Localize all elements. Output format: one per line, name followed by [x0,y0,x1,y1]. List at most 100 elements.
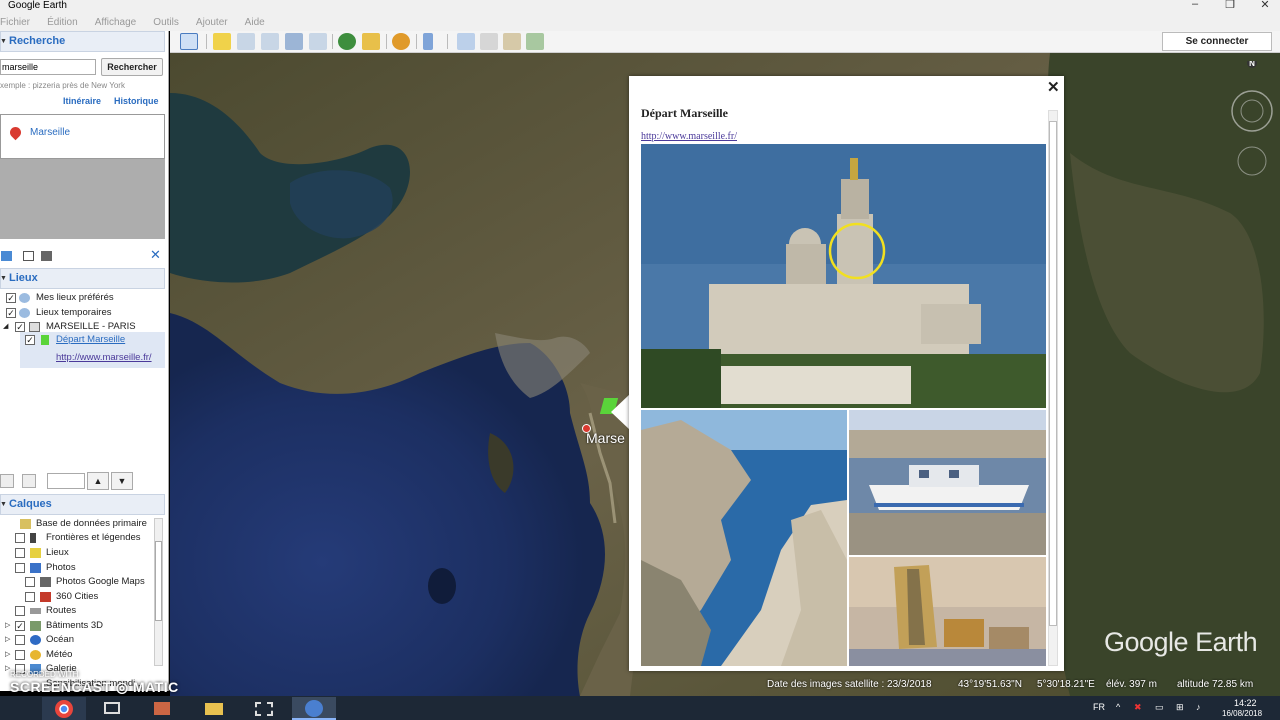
tray-expand-icon[interactable]: ^ [1116,702,1120,712]
view-in-maps-icon[interactable] [526,33,544,50]
print-icon[interactable] [480,33,498,50]
pc-icon[interactable] [90,697,134,720]
save-image-icon[interactable] [503,33,521,50]
maximize-button[interactable]: ❐ [1215,0,1245,12]
google-earth-logo: Google Earth [1104,627,1258,657]
checkbox[interactable] [15,563,25,573]
add-path-icon[interactable] [261,33,279,50]
database-icon [20,519,31,529]
scrollbar-thumb[interactable] [155,541,162,621]
map-pin-icon [7,124,24,141]
flag-icon [30,533,36,543]
places-panel-header[interactable]: Lieux [0,268,165,289]
add-placemark-icon[interactable] [213,33,231,50]
app-icon[interactable] [140,697,184,720]
checkbox[interactable]: ✓ [15,621,25,631]
menu-ajouter[interactable]: Ajouter [196,14,228,31]
search-input[interactable] [0,59,96,75]
close-icon[interactable]: ✕ [1047,78,1060,96]
elevation-readout: élév. 397 m [1106,679,1157,690]
checkbox[interactable]: ✓ [6,293,16,303]
green-placemark-icon [41,335,49,345]
move-up-button[interactable]: ▲ [87,472,109,490]
sidebar-toggle-icon[interactable] [180,33,198,50]
battery-icon[interactable]: ▭ [1155,702,1164,713]
expand-arrow-icon[interactable]: ▷ [5,621,10,629]
places-filter-input[interactable] [47,473,85,489]
sunlight-icon[interactable] [362,33,380,50]
place-link[interactable]: http://www.marseille.fr/ [56,352,152,363]
google-earth-taskbar-icon[interactable] [292,697,336,720]
checkbox[interactable] [15,635,25,645]
language-indicator[interactable]: FR [1093,702,1105,712]
search-result-item[interactable]: Marseille [0,114,165,159]
navigation-compass[interactable]: N [1230,61,1276,261]
search-button[interactable]: Rechercher [101,58,163,76]
watermark-main: SCREENCAST ◎ MATIC [10,679,179,695]
roads-icon [30,608,41,614]
security-icon[interactable]: ✖ [1134,702,1142,713]
title-bar: Google Earth – ❐ ✕ [0,0,1280,14]
weather-icon [30,650,41,660]
clock-date[interactable]: 16/08/2018 [1222,709,1262,718]
panel-icon[interactable] [22,474,36,488]
email-icon[interactable] [457,33,475,50]
snipping-tool-icon[interactable] [242,697,286,720]
checkbox[interactable]: ✓ [6,308,16,318]
checkbox[interactable] [25,592,35,602]
places-layer-icon [30,548,41,558]
checkbox[interactable] [15,533,25,543]
checkbox[interactable] [15,548,25,558]
move-down-button[interactable]: ▼ [111,472,133,490]
layers-panel-header[interactable]: Calques [0,494,165,515]
expand-arrow-icon[interactable]: ▷ [5,635,10,643]
print-icon[interactable] [41,251,52,261]
clock-time[interactable]: 14:22 [1234,698,1257,708]
minimize-button[interactable]: – [1180,0,1210,12]
menu-affichage[interactable]: Affichage [95,14,137,31]
menu-edition[interactable]: Édition [47,14,78,31]
history-link[interactable]: Historique [114,96,159,106]
expand-arrow-icon[interactable]: ◢ [3,322,8,330]
search-results-empty-area [0,159,165,239]
search-result-label: Marseille [30,127,71,138]
checkbox[interactable] [15,650,25,660]
record-tour-icon[interactable] [309,33,327,50]
menu-fichier[interactable]: Fichier [0,14,30,31]
window-title: Google Earth [8,0,67,11]
checkbox[interactable]: ✓ [25,335,35,345]
checkbox[interactable]: ✓ [15,322,25,332]
copy-icon[interactable] [23,251,34,261]
planets-icon[interactable] [392,33,410,50]
toolbar-separator [447,34,448,49]
add-polygon-icon[interactable] [237,33,255,50]
balloon-link[interactable]: http://www.marseille.fr/ [641,131,737,142]
chrome-icon[interactable] [42,697,86,720]
balloon-scrollbar[interactable] [1048,110,1058,666]
compass-north-label: N [1249,61,1255,68]
close-window-button[interactable]: ✕ [1250,0,1280,12]
close-icon[interactable]: ✕ [150,247,161,263]
search-panel-header[interactable]: Recherche [0,31,165,52]
layer-label: Météo [46,649,73,660]
add-overlay-icon[interactable] [285,33,303,50]
menu-aide[interactable]: Aide [245,14,265,31]
add-folder-icon[interactable] [1,251,12,261]
volume-icon[interactable]: ♪ [1196,702,1201,712]
layers-scrollbar[interactable] [154,518,163,666]
notre-dame-photo [641,144,1046,408]
search-icon[interactable] [0,474,14,488]
checkbox[interactable] [25,577,35,587]
ocean-icon [30,635,41,645]
file-explorer-icon[interactable] [192,697,236,720]
itinerary-link[interactable]: Itinéraire [63,96,101,106]
longitude-readout: 5°30'18.21"E [1037,679,1095,690]
historical-imagery-icon[interactable] [338,33,356,50]
ruler-icon[interactable] [423,33,433,50]
network-icon[interactable]: ⊞ [1176,702,1184,713]
checkbox[interactable] [15,606,25,616]
scrollbar-thumb[interactable] [1049,121,1057,626]
menu-outils[interactable]: Outils [153,14,179,31]
sign-in-button[interactable]: Se connecter [1162,32,1272,51]
expand-arrow-icon[interactable]: ▷ [5,650,10,658]
